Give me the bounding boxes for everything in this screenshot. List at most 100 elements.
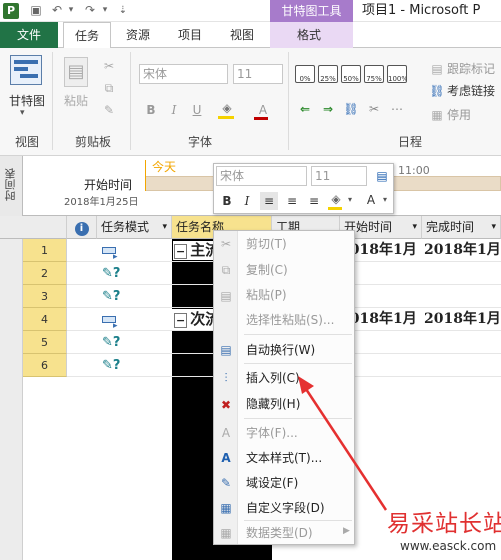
timeline-start-label: 开始时间: [84, 178, 133, 192]
fill-color-icon[interactable]: ◈: [218, 99, 236, 117]
tab-project[interactable]: 项目: [172, 22, 208, 48]
mini-bold-icon[interactable]: B: [218, 192, 236, 210]
timeline-start-date: 2018年1月25日: [64, 197, 139, 208]
auto-schedule-arrow-icon: ▸: [113, 321, 118, 331]
tab-file[interactable]: 文件: [0, 22, 58, 48]
paste-icon[interactable]: ▤: [64, 57, 88, 87]
gantt-dropdown-icon[interactable]: ▾: [20, 108, 25, 118]
finish-cell[interactable]: 2018年1月: [424, 239, 501, 262]
grid-left-strip: [0, 239, 23, 560]
pct-25-button[interactable]: 25%: [318, 65, 338, 83]
project-logo-icon: P: [3, 3, 19, 19]
tab-format[interactable]: 格式: [289, 22, 329, 48]
indicator-header[interactable]: i: [67, 216, 97, 239]
manual-schedule-icon: ✎?: [102, 358, 121, 373]
underline-icon[interactable]: U: [188, 101, 206, 119]
mini-italic-icon[interactable]: I: [238, 192, 256, 210]
menu-item-data-type[interactable]: 数据类型(D): [246, 523, 313, 543]
group-divider: [130, 52, 131, 150]
font-color-swatch: [254, 117, 268, 120]
select-all-corner[interactable]: [0, 216, 67, 239]
font-size-combo[interactable]: 11: [233, 64, 283, 84]
menu-item-wrap-text[interactable]: 自动换行(W): [246, 340, 315, 360]
menu-item-copy[interactable]: 复制(C): [246, 260, 288, 280]
today-label: 今天: [152, 160, 177, 174]
tracking-icon[interactable]: ▤: [428, 60, 446, 78]
row-number[interactable]: 6: [23, 354, 67, 377]
row-number[interactable]: 2: [23, 262, 67, 285]
group-label-view: 视图: [14, 135, 39, 149]
outdent-icon[interactable]: ⇐: [296, 100, 314, 118]
row-number[interactable]: 3: [23, 285, 67, 308]
window-title: 项目1 - Microsoft P: [362, 3, 481, 18]
pct-100-button[interactable]: 100%: [387, 65, 407, 83]
link-tasks-icon[interactable]: ⛓: [342, 100, 360, 118]
redo-dropdown-icon[interactable]: ▾: [98, 3, 112, 18]
mini-fill-dropdown-icon[interactable]: ▾: [348, 195, 352, 204]
undo-icon[interactable]: ↶: [50, 3, 64, 18]
finish-cell[interactable]: 2018年1月: [424, 308, 501, 331]
manual-schedule-icon: ✎?: [102, 335, 121, 350]
group-label-font: 字体: [187, 135, 212, 149]
column-header-finish[interactable]: 完成时间 ▾: [422, 216, 501, 239]
watermark-text: 易采站长站: [387, 511, 501, 537]
fill-color-swatch: [218, 116, 234, 119]
tab-view[interactable]: 视图: [224, 22, 260, 48]
copy-icon[interactable]: ⧉: [100, 79, 118, 97]
cut-icon[interactable]: ✂: [100, 57, 118, 75]
mini-align-left-icon[interactable]: ≡: [260, 192, 278, 210]
pct-0-button[interactable]: 0%: [295, 65, 315, 83]
pct-75-button[interactable]: 75%: [364, 65, 384, 83]
info-icon: i: [74, 222, 89, 236]
split-task-icon[interactable]: ⋯: [388, 100, 406, 118]
tab-task[interactable]: 任务: [63, 22, 111, 49]
mark-on-track-button[interactable]: 跟踪标记: [447, 60, 495, 77]
wrap-text-icon: ▤: [220, 343, 232, 357]
mini-font-name-combo[interactable]: 宋体: [216, 166, 307, 186]
undo-dropdown-icon[interactable]: ▾: [64, 3, 78, 18]
gantt-chart-button[interactable]: 甘特图: [4, 92, 50, 109]
manual-schedule-icon: ✎?: [102, 266, 121, 281]
paste-button[interactable]: 粘贴: [58, 92, 94, 109]
mini-fill-color-icon[interactable]: ◈: [327, 190, 345, 208]
mini-font-color-dropdown-icon[interactable]: ▾: [383, 195, 387, 204]
today-line: [145, 160, 146, 191]
menu-separator: [244, 520, 352, 521]
mini-gantt-icon[interactable]: ▤: [373, 167, 391, 185]
font-name-combo[interactable]: 宋体: [139, 64, 228, 84]
pct-50-button[interactable]: 50%: [341, 65, 361, 83]
menu-item-paste[interactable]: 粘贴(P): [246, 285, 287, 305]
redo-icon[interactable]: ↷: [83, 3, 97, 18]
bold-icon[interactable]: B: [142, 101, 160, 119]
mini-align-right-icon[interactable]: ≡: [305, 192, 323, 210]
menu-item-cut[interactable]: 剪切(T): [246, 234, 287, 254]
row-number[interactable]: 4: [23, 308, 67, 331]
italic-icon[interactable]: I: [165, 101, 183, 119]
tab-resource[interactable]: 资源: [120, 22, 156, 48]
respect-links-button[interactable]: 考虑链接: [447, 82, 495, 99]
menu-separator: [244, 363, 352, 364]
menu-item-paste-special[interactable]: 选择性粘贴(S)...: [246, 310, 334, 330]
column-header-task-mode[interactable]: 任务模式 ▾: [97, 216, 172, 239]
inactivate-button[interactable]: 停用: [447, 106, 471, 123]
mini-font-size-combo[interactable]: 11: [311, 166, 367, 186]
indent-icon[interactable]: ⇒: [319, 100, 337, 118]
font-name-value: 宋体: [143, 67, 168, 81]
respect-links-icon[interactable]: ⛓: [428, 82, 446, 100]
text-styles-icon: A: [221, 451, 231, 465]
font-size-value: 11: [237, 67, 253, 81]
contextual-group-title: 甘特图工具: [270, 0, 353, 22]
mini-font-color-icon[interactable]: A: [362, 191, 380, 209]
row-number[interactable]: 1: [23, 239, 67, 262]
mini-align-center-icon[interactable]: ≡: [283, 192, 301, 210]
customize-qat-icon[interactable]: ⇣: [116, 3, 130, 18]
manual-schedule-icon: ✎?: [102, 289, 121, 304]
data-type-icon: ▦: [220, 526, 232, 540]
unlink-tasks-icon[interactable]: ✂: [365, 100, 383, 118]
format-painter-icon[interactable]: ✎: [100, 101, 118, 119]
menu-separator: [244, 334, 352, 335]
save-icon[interactable]: ▣: [29, 3, 43, 18]
row-number[interactable]: 5: [23, 331, 67, 354]
gantt-chart-icon[interactable]: [10, 55, 42, 85]
inactivate-icon[interactable]: ▦: [428, 106, 446, 124]
